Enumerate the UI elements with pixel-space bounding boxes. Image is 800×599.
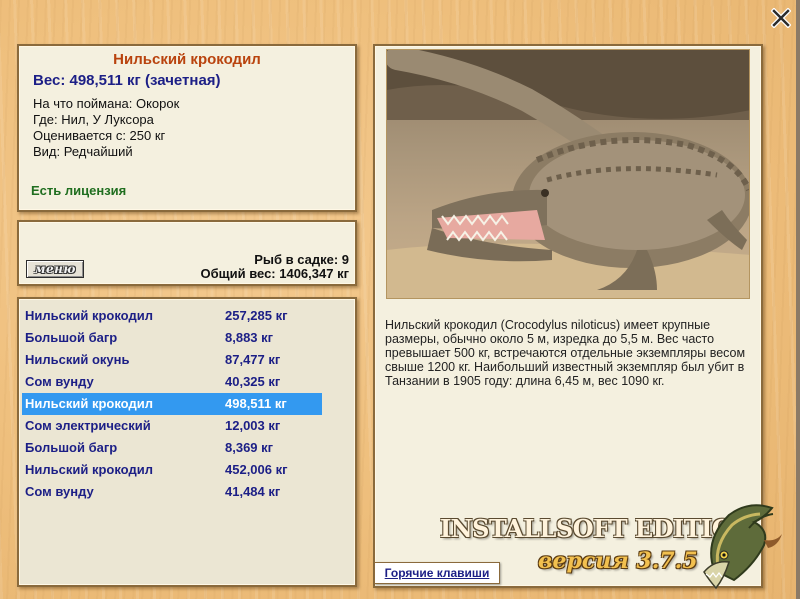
catch-item-weight: 87,477 кг [225,352,281,367]
total-weight: Общий вес: 1406,347 кг [200,266,349,281]
catch-list-item[interactable]: Большой багр 8,369 кг [22,437,322,459]
catch-item-weight: 40,325 кг [225,374,281,389]
catch-item-name: Нильский окунь [25,352,130,367]
hotkeys-button[interactable]: Горячие клавиши [374,562,500,584]
catch-list-item[interactable]: Нильский крокодил 257,285 кг [22,305,322,327]
location-info: Где: Нил, У Луксора [33,112,154,127]
catch-list: Нильский крокодил 257,285 кг Большой багр 8… [22,305,322,503]
catch-item-name: Нильский крокодил [25,462,153,477]
catch-item-name: Большой багр [25,440,118,455]
fish-info-panel: Нильский крокодил Вес: 498,511 кг (зачет… [17,44,357,212]
fish-weight: Вес: 498,511 кг (зачетная) [33,72,221,89]
catch-list-item[interactable]: Сом вунду 41,484 кг [22,481,322,503]
catch-item-weight: 8,369 кг [225,440,274,455]
catch-list-item[interactable]: Нильский крокодил 498,511 кг [22,393,322,415]
catch-item-name: Большой багр [25,330,118,345]
fish-title: Нильский крокодил [113,51,261,68]
catch-list-item[interactable]: Сом вунду 40,325 кг [22,371,322,393]
pike-logo [703,504,782,590]
menu-button[interactable]: меню [26,260,84,278]
crocodile-photo [386,49,750,299]
catch-item-weight: 257,285 кг [225,308,288,323]
catch-list-item[interactable]: Сом электрический 12,003 кг [22,415,322,437]
cage-summary-panel: меню Рыб в садке: 9 Общий вес: 1406,347 … [17,220,357,286]
catch-item-name: Сом электрический [25,418,151,433]
rarity-info: Вид: Редчайший [33,144,133,159]
catch-item-weight: 12,003 кг [225,418,281,433]
fish-count: Рыб в садке: 9 [254,252,349,267]
license-status: Есть лицензия [31,183,127,198]
catch-list-item[interactable]: Нильский крокодил 452,006 кг [22,459,322,481]
valued-from-info: Оценивается с: 250 кг [33,128,166,143]
window-edge [796,0,800,599]
version-label: версия 3.7.5 [538,548,698,574]
close-icon[interactable] [771,8,791,28]
catch-item-weight: 452,006 кг [225,462,288,477]
catch-list-item[interactable]: Нильский окунь 87,477 кг [22,349,322,371]
catch-item-name: Нильский крокодил [25,308,153,323]
catch-item-weight: 41,484 кг [225,484,281,499]
catch-item-weight: 498,511 кг [225,396,287,411]
fish-description: Нильский крокодил (Crocodylus niloticus)… [385,318,746,388]
catch-item-name: Нильский крокодил [25,396,153,411]
catch-item-weight: 8,883 кг [225,330,274,345]
bait-info: На что поймана: Окорок [33,96,180,111]
catch-list-panel: Нильский крокодил 257,285 кг Большой багр 8… [17,297,357,587]
catch-item-name: Сом вунду [25,374,94,389]
catch-list-item[interactable]: Большой багр 8,883 кг [22,327,322,349]
catch-item-name: Сом вунду [25,484,94,499]
